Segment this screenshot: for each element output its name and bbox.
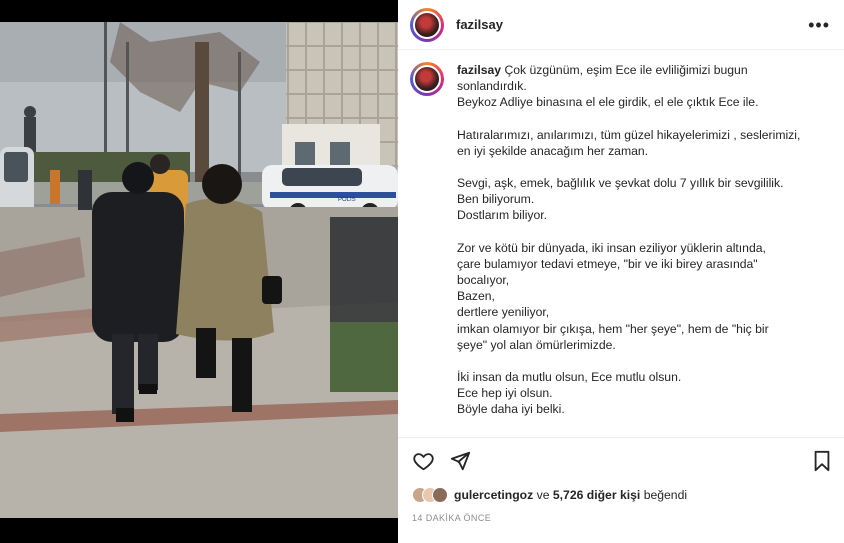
- post-panel: fazilsay ••• fazilsay Çok üzgünüm, eşim …: [398, 0, 844, 543]
- avatar[interactable]: [432, 487, 448, 503]
- author-avatar-ring[interactable]: [410, 7, 444, 42]
- avatar[interactable]: [413, 10, 441, 39]
- caption-line: imkan olamıyor bir çıkışa, hem "her şeye…: [457, 321, 769, 336]
- caption-line: Beykoz Adliye binasına el ele girdik, el…: [457, 95, 759, 110]
- caption-line: Hatıralarımızı, anılarımızı, tüm güzel h…: [457, 127, 801, 142]
- share-send-icon[interactable]: [449, 450, 471, 472]
- author-username[interactable]: fazilsay: [456, 17, 503, 32]
- caption-line: bocalıyor,: [457, 273, 510, 288]
- caption-line: en iyi şekilde anacağım her zaman.: [457, 143, 649, 158]
- caption-username[interactable]: fazilsay: [457, 63, 501, 77]
- likes-count-link[interactable]: 5,726 diğer kişi: [553, 488, 640, 502]
- caption-line: Böyle daha iyi belki.: [457, 402, 565, 417]
- caption-line: Sevgi, aşk, emek, bağlılık ve şevkat dol…: [457, 176, 784, 191]
- caption-area: fazilsay Çok üzgünüm, eşim Ece ile evlil…: [398, 50, 844, 438]
- police-car-text: POLİS: [338, 196, 356, 203]
- post-timestamp[interactable]: 14 DAKİKA ÖNCE: [398, 507, 844, 529]
- caption-line: Bazen,: [457, 289, 495, 304]
- likes-suffix: beğendi: [643, 488, 688, 502]
- caption-line: çare bulamıyor tedavi etmeye, "bir ve ik…: [457, 256, 758, 271]
- likes-connector: ve: [536, 488, 550, 502]
- liker-avatars[interactable]: [412, 487, 448, 503]
- post-photo-illustration: POLİS: [0, 22, 398, 518]
- instagram-post-view: POLİS fazilsay ••• fazilsay Çok üzgünüm,…: [0, 0, 844, 543]
- post-photo[interactable]: POLİS: [0, 22, 398, 518]
- likes-summary: gulercetingoz ve 5,726 diğer kişi beğend…: [398, 483, 844, 507]
- caption-line: sonlandırdık.: [457, 79, 527, 94]
- caption-line: Zor ve kötü bir dünyada, iki insan ezili…: [457, 240, 766, 255]
- more-horizontal-icon[interactable]: •••: [808, 16, 830, 34]
- caption-line: Ben biliyorum.: [457, 192, 535, 207]
- first-liker-username[interactable]: gulercetingoz: [454, 488, 533, 502]
- caption-line: dertlere yeniliyor,: [457, 305, 550, 320]
- caption-line: şeye" yol alan ömürlerimizde.: [457, 337, 616, 352]
- caption-line: Dostlarım biliyor.: [457, 208, 548, 223]
- caption-line: İki insan da mutlu olsun, Ece mutlu olsu…: [457, 370, 682, 385]
- post-caption: fazilsay Çok üzgünüm, eşim Ece ile evlil…: [457, 62, 800, 437]
- bookmark-icon[interactable]: [812, 450, 832, 472]
- post-actions: [398, 438, 844, 483]
- caption-line: Çok üzgünüm, eşim Ece ile evliliğimizi b…: [504, 63, 748, 77]
- like-heart-icon[interactable]: [412, 450, 435, 472]
- post-header: fazilsay •••: [398, 0, 844, 50]
- avatar[interactable]: [413, 65, 441, 93]
- caption-line: Ece hep iyi olsun.: [457, 386, 553, 401]
- caption-avatar-ring[interactable]: [410, 62, 444, 96]
